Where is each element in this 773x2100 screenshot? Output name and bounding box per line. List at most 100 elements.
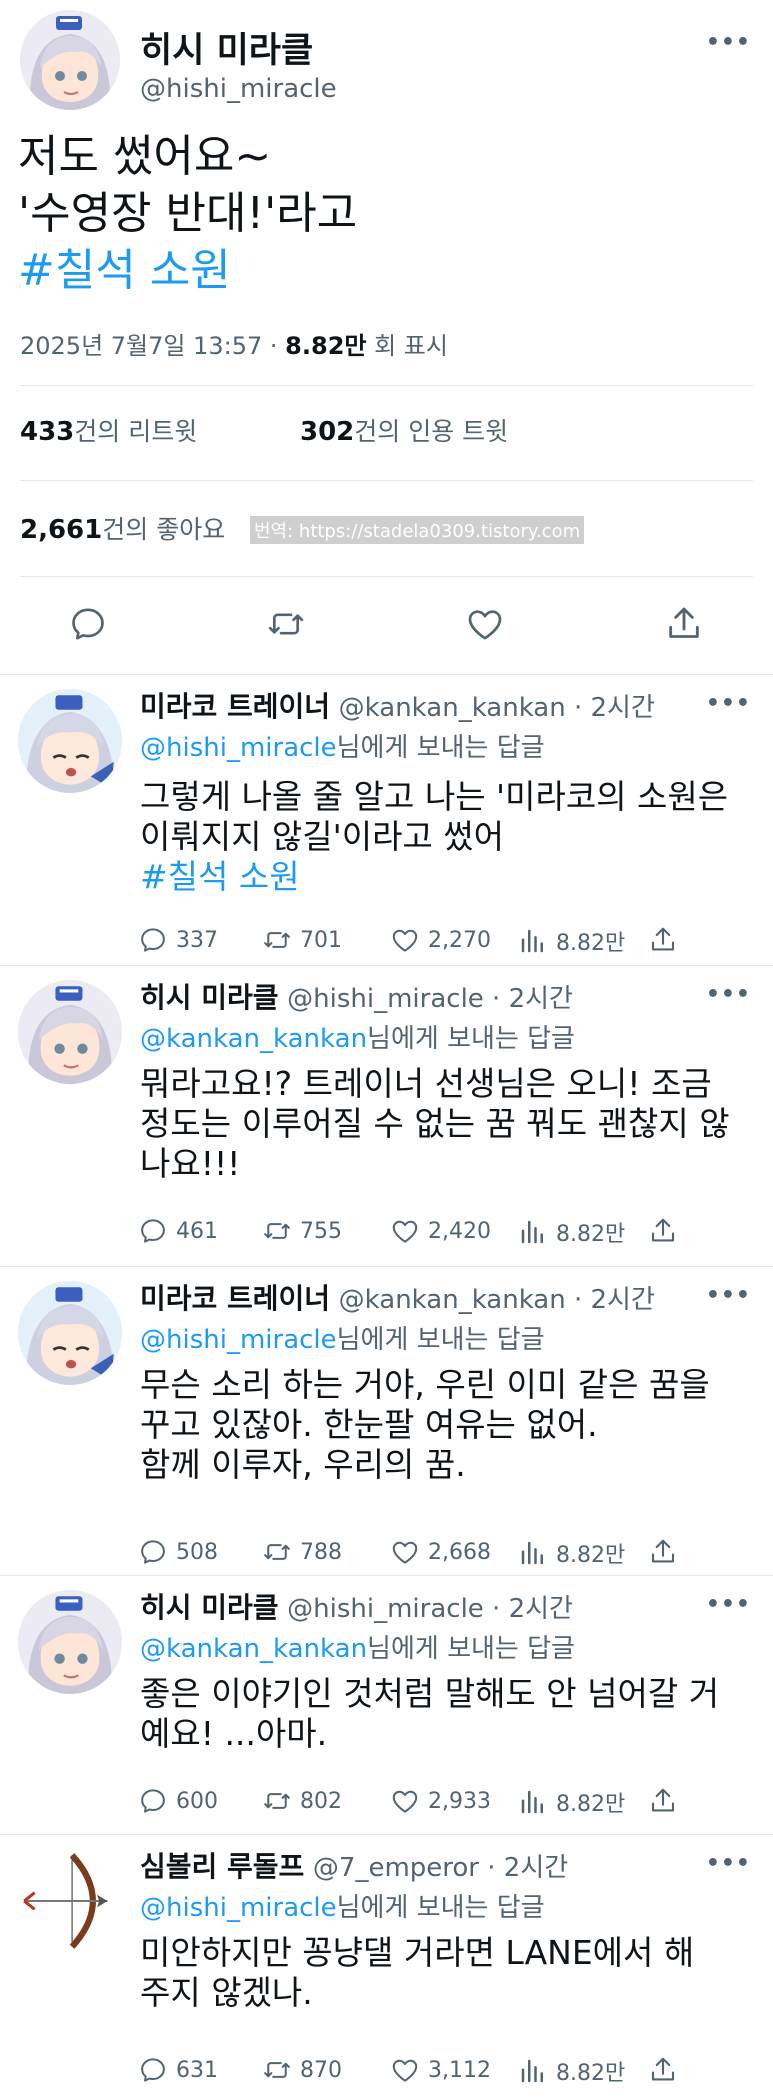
reply-time: · 2시간 — [483, 984, 573, 1014]
reply-button[interactable]: 337 — [138, 925, 218, 955]
like-button[interactable]: 2,420 — [390, 1216, 491, 1246]
reply-tweet[interactable]: 히시 미라클 @hishi_miracle · 2시간 ••• @kankan_… — [0, 966, 773, 1267]
avatar[interactable] — [18, 1849, 122, 1953]
hashtag-link[interactable]: #칠석 소원 — [18, 245, 231, 296]
reply-tweet[interactable]: 미라코 트레이너 @kankan_kankan · 2시간 ••• @hishi… — [0, 675, 773, 966]
mention-link[interactable]: @kankan_kankan — [140, 1634, 367, 1664]
like-button[interactable]: 2,933 — [390, 1786, 491, 1816]
share-button[interactable] — [648, 925, 678, 955]
views-button[interactable]: 8.82만 — [518, 1786, 625, 1818]
views-icon — [518, 1787, 548, 1817]
views-button[interactable]: 8.82만 — [518, 1537, 625, 1569]
reply-button[interactable]: 508 — [138, 1537, 218, 1567]
views-button[interactable]: 8.82만 — [518, 1216, 625, 1248]
display-name[interactable]: 히시 미라클 — [140, 981, 279, 1014]
view-count: 8.82만 — [556, 2061, 626, 2086]
divider — [20, 480, 753, 481]
share-button[interactable] — [648, 2055, 678, 2085]
share-button[interactable] — [656, 596, 712, 652]
reply-icon — [138, 2055, 168, 2085]
more-options-icon[interactable]: ••• — [706, 1851, 751, 1876]
reply-button[interactable] — [60, 596, 116, 652]
mention-link[interactable]: @hishi_miracle — [140, 1893, 337, 1923]
like-button[interactable]: 2,270 — [390, 925, 491, 955]
retweet-icon — [262, 1537, 292, 1567]
handle[interactable]: @hishi_miracle — [140, 74, 337, 104]
more-options-icon[interactable]: ••• — [706, 1592, 751, 1617]
reply-button[interactable]: 461 — [138, 1216, 218, 1246]
retweet-button[interactable]: 788 — [262, 1537, 342, 1567]
heart-icon — [390, 925, 420, 955]
reply-tweet[interactable]: 미라코 트레이너 @kankan_kankan · 2시간 ••• @hishi… — [0, 1267, 773, 1576]
display-name[interactable]: 히시 미라클 — [140, 22, 313, 73]
views-icon — [518, 926, 548, 956]
reply-action-bar: 461 755 2,420 8.82만 — [138, 1216, 678, 1248]
reply-tweet[interactable]: 심볼리 루돌프 @7_emperor · 2시간 ••• @hishi_mira… — [0, 1835, 773, 2100]
handle[interactable]: @7_emperor — [313, 1853, 479, 1883]
quote-stat[interactable]: 302건의 인용 트윗 — [300, 412, 508, 448]
avatar-image-icon — [18, 980, 122, 1084]
retweet-stat[interactable]: 433건의 리트윗 — [20, 412, 197, 448]
retweet-count: 755 — [300, 1218, 342, 1244]
retweet-button[interactable]: 870 — [262, 2055, 342, 2085]
display-name[interactable]: 미라코 트레이너 — [140, 690, 330, 723]
avatar[interactable] — [18, 1590, 122, 1694]
reply-button[interactable]: 600 — [138, 1786, 218, 1816]
more-options-icon[interactable]: ••• — [706, 1283, 751, 1308]
replying-to: @kankan_kankan님에게 보내는 답글 — [140, 1628, 575, 1665]
retweet-icon — [262, 1786, 292, 1816]
reply-text: 무슨 소리 하는 거야, 우린 이미 같은 꿈을 꾸고 있잖아. 한눈팔 여유는… — [140, 1365, 710, 1484]
tweet-text: 저도 썼어요~ '수영장 반대!'라고 #칠석 소원 — [18, 128, 758, 299]
share-button[interactable] — [648, 1216, 678, 1246]
retweet-count: 870 — [300, 2057, 342, 2083]
handle[interactable]: @hishi_miracle — [287, 984, 484, 1014]
hashtag-link[interactable]: #칠석 소원 — [140, 857, 300, 896]
reply-button[interactable]: 631 — [138, 2055, 218, 2085]
replying-label: 님에게 보내는 답글 — [367, 1024, 575, 1054]
more-options-icon[interactable]: ••• — [706, 691, 751, 716]
display-name[interactable]: 미라코 트레이너 — [140, 1282, 330, 1315]
mention-link[interactable]: @hishi_miracle — [140, 733, 337, 763]
handle[interactable]: @hishi_miracle — [287, 1594, 484, 1624]
avatar[interactable] — [18, 980, 122, 1084]
view-count: 8.82만 — [556, 1543, 626, 1568]
retweet-button[interactable] — [258, 596, 314, 652]
reply-count: 337 — [176, 927, 218, 953]
heart-icon — [390, 1216, 420, 1246]
avatar[interactable] — [18, 1281, 122, 1385]
avatar[interactable] — [20, 10, 120, 110]
retweet-button[interactable]: 701 — [262, 925, 342, 955]
reply-time: · 2시간 — [565, 693, 655, 723]
views-button[interactable]: 8.82만 — [518, 2055, 625, 2087]
reply-text: 뭐라고요!? 트레이너 선생님은 오니! 조금 정도는 이루어질 수 없는 꿈 … — [140, 1064, 730, 1183]
handle[interactable]: @kankan_kankan — [339, 693, 566, 723]
avatar-image-icon — [18, 1281, 122, 1385]
retweet-button[interactable]: 802 — [262, 1786, 342, 1816]
share-button[interactable] — [648, 1786, 678, 1816]
like-button[interactable]: 3,112 — [390, 2055, 491, 2085]
more-options-icon[interactable]: ••• — [706, 982, 751, 1007]
replying-label: 님에게 보내는 답글 — [336, 1325, 545, 1355]
display-name[interactable]: 심볼리 루돌프 — [140, 1850, 304, 1883]
mention-link[interactable]: @hishi_miracle — [140, 1325, 337, 1355]
retweet-button[interactable]: 755 — [262, 1216, 342, 1246]
timestamp[interactable]: 2025년 7월7일 13:57 · — [20, 332, 285, 360]
like-button[interactable]: 2,668 — [390, 1537, 491, 1567]
like-stat[interactable]: 2,661건의 좋아요 — [20, 510, 225, 546]
more-options-icon[interactable]: ••• — [706, 30, 751, 55]
reply-icon — [138, 1537, 168, 1567]
like-button[interactable] — [457, 596, 513, 652]
share-button[interactable] — [648, 1537, 678, 1567]
mention-link[interactable]: @kankan_kankan — [140, 1024, 367, 1054]
replying-label: 님에게 보내는 답글 — [367, 1634, 575, 1664]
share-icon — [648, 925, 678, 955]
display-name[interactable]: 히시 미라클 — [140, 1591, 279, 1624]
reply-tweet[interactable]: 히시 미라클 @hishi_miracle · 2시간 ••• @kankan_… — [0, 1576, 773, 1835]
reply-text: 좋은 이야기인 것처럼 말해도 안 넘어갈 거 예요! ...아마. — [140, 1674, 720, 1753]
reply-icon — [138, 1786, 168, 1816]
avatar-image-icon — [20, 10, 120, 110]
handle[interactable]: @kankan_kankan — [339, 1285, 566, 1315]
replying-to: @hishi_miracle님에게 보내는 답글 — [140, 727, 545, 764]
views-button[interactable]: 8.82만 — [518, 925, 625, 957]
avatar[interactable] — [18, 689, 122, 793]
